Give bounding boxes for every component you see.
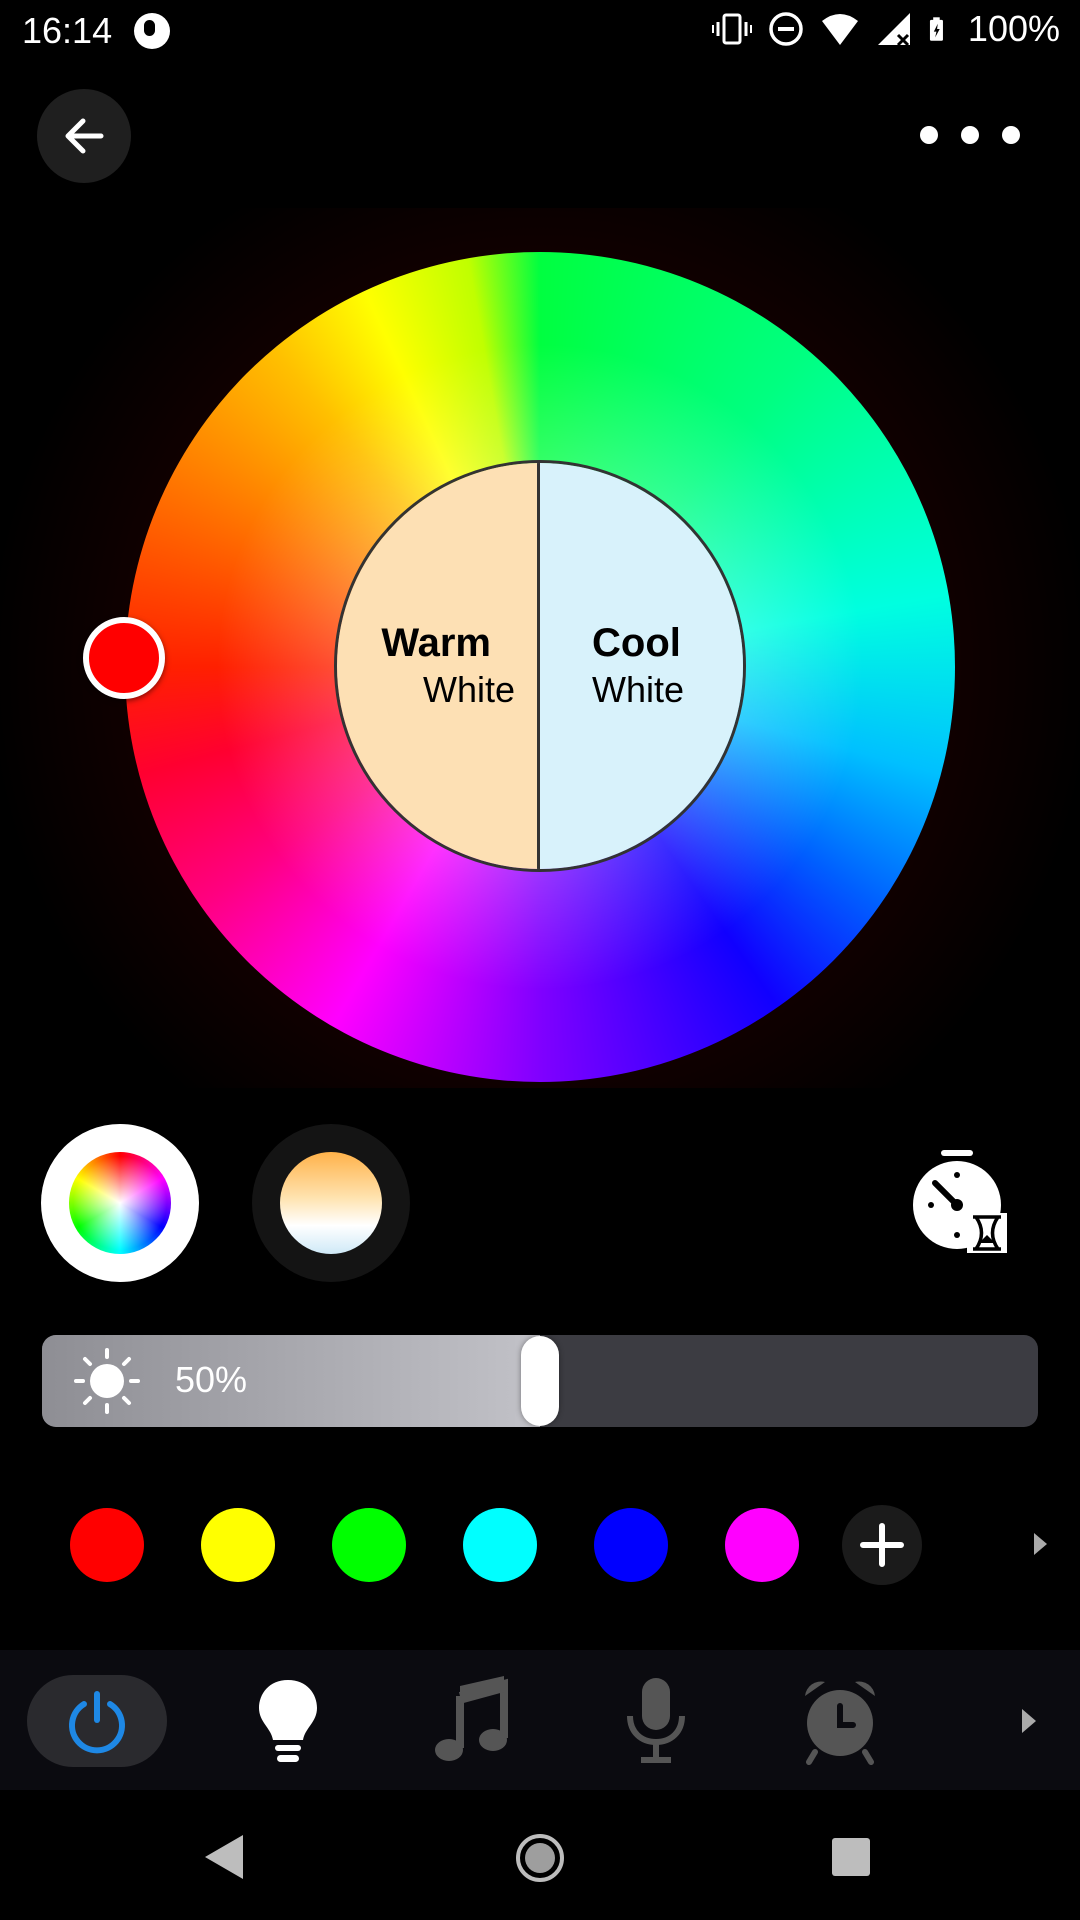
tab-alarm[interactable] xyxy=(770,1675,910,1767)
wifi-icon xyxy=(821,14,858,45)
more-horizontal-icon xyxy=(920,126,938,144)
preset-scroll-right-icon[interactable] xyxy=(1034,1533,1047,1555)
tab-power[interactable] xyxy=(27,1675,167,1767)
tab-light[interactable] xyxy=(218,1675,358,1767)
cool-title: Cool xyxy=(592,621,681,665)
nav-recents-icon[interactable] xyxy=(832,1838,870,1876)
warm-subtitle: White xyxy=(422,669,515,710)
more-options-button[interactable] xyxy=(920,110,1020,160)
status-bar: 16:14 100% xyxy=(0,0,1080,64)
more-dot xyxy=(1002,126,1020,144)
preset-color-5[interactable] xyxy=(594,1508,668,1582)
bulb-icon xyxy=(259,1680,317,1762)
tabs-scroll-right-icon[interactable] xyxy=(1022,1709,1036,1733)
tab-microphone[interactable] xyxy=(586,1675,726,1767)
plus-icon xyxy=(860,1523,904,1567)
warm-title: Warm xyxy=(381,621,491,665)
rgb-wheel-icon xyxy=(69,1152,171,1254)
preset-color-4[interactable] xyxy=(463,1508,537,1582)
arrow-left-icon xyxy=(65,118,104,154)
music-icon xyxy=(435,1676,508,1761)
tab-music[interactable] xyxy=(402,1675,542,1767)
white-mode-button[interactable] xyxy=(252,1124,410,1282)
preset-color-1[interactable] xyxy=(70,1508,144,1582)
timer-icon[interactable] xyxy=(905,1145,1010,1255)
battery-percent: 100% xyxy=(967,8,1060,49)
sun-icon xyxy=(74,1348,140,1414)
back-button[interactable] xyxy=(37,89,131,183)
do-not-disturb-icon xyxy=(769,12,803,46)
status-time: 16:14 xyxy=(22,10,113,51)
nav-back-icon[interactable] xyxy=(205,1835,243,1879)
color-picker-handle[interactable] xyxy=(83,617,165,699)
nav-home-icon[interactable] xyxy=(516,1834,564,1882)
preset-color-6[interactable] xyxy=(725,1508,799,1582)
app-notification-icon xyxy=(134,13,170,49)
brightness-thumb[interactable] xyxy=(521,1336,559,1426)
battery-charging-icon xyxy=(929,17,943,41)
power-icon xyxy=(69,1691,125,1754)
brightness-value: 50% xyxy=(175,1359,248,1400)
white-temperature-selector: Warm White Cool White xyxy=(334,460,746,872)
cool-subtitle: White xyxy=(592,669,685,710)
alarm-icon xyxy=(805,1681,875,1765)
preset-color-2[interactable] xyxy=(201,1508,275,1582)
color-mode-button[interactable] xyxy=(41,1124,199,1282)
more-dot xyxy=(961,126,979,144)
status-icons: 100% xyxy=(711,8,1060,50)
preset-color-3[interactable] xyxy=(332,1508,406,1582)
signal-icon xyxy=(877,13,910,47)
vibrate-icon xyxy=(711,13,752,45)
white-gradient-icon xyxy=(280,1152,382,1254)
microphone-icon xyxy=(627,1678,685,1763)
add-preset-button[interactable] xyxy=(842,1505,922,1585)
